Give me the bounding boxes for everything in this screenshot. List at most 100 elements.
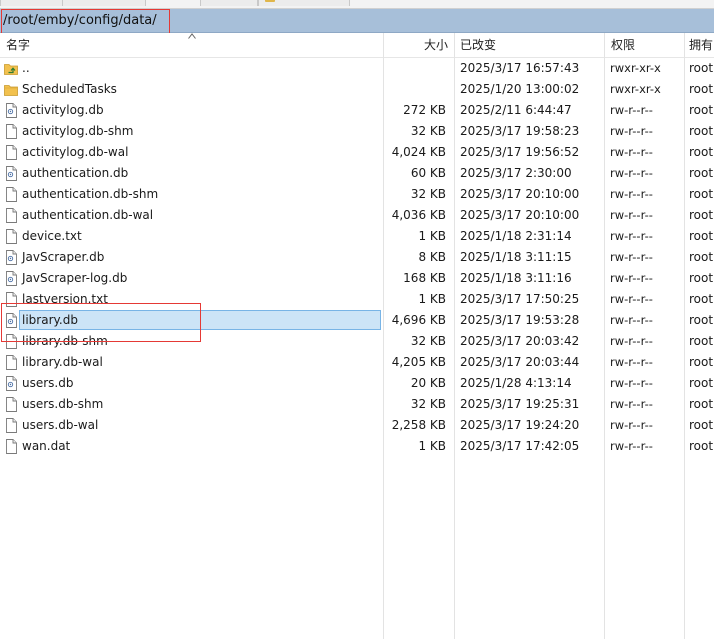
- file-row[interactable]: wan.dat 1 KB 2025/3/17 17:42:05 rw-r--r-- ro…: [0, 436, 714, 457]
- file-size: 8 KB: [418, 250, 446, 264]
- file-row[interactable]: library.db-shm 32 KB 2025/3/17 20:03:42 rw-…: [0, 331, 714, 352]
- file-name: authentication.db-wal: [22, 208, 154, 222]
- file-permissions: rw-r--r--: [610, 439, 653, 453]
- column-header-modified[interactable]: 已改变: [460, 33, 496, 57]
- file-row[interactable]: .. 2025/3/17 16:57:43 rwxr-xr-x root: [0, 58, 714, 79]
- file-modified: 2025/1/18 3:11:15: [460, 250, 572, 264]
- file-name: users.db-shm: [22, 397, 104, 411]
- file-permissions: rwxr-xr-x: [610, 82, 661, 96]
- file-row-selected[interactable]: library.db 4,696 KB 2025/3/17 19:53:28 rw-r…: [0, 310, 714, 331]
- file-modified: 2025/3/17 20:03:44: [460, 355, 580, 369]
- file-size: 272 KB: [403, 103, 446, 117]
- column-header-name[interactable]: 名字: [6, 33, 30, 57]
- file-icon: [4, 439, 18, 454]
- file-row[interactable]: users.db-wal 2,258 KB 2025/3/17 19:24:20 rw…: [0, 415, 714, 436]
- file-icon: [4, 418, 18, 433]
- file-row[interactable]: lastversion.txt 1 KB 2025/3/17 17:50:25 rw-…: [0, 289, 714, 310]
- file-name: wan.dat: [22, 439, 71, 453]
- tab-2[interactable]: [62, 0, 146, 6]
- tab-4[interactable]: [258, 0, 350, 6]
- file-permissions: rw-r--r--: [610, 145, 653, 159]
- file-row[interactable]: ScheduledTasks 2025/1/20 13:00:02 rwxr-xr-…: [0, 79, 714, 100]
- current-path[interactable]: /root/emby/config/data/: [3, 13, 157, 28]
- file-name: lastversion.txt: [22, 292, 108, 306]
- file-size: 32 KB: [410, 334, 446, 348]
- file-owner: root: [689, 103, 714, 117]
- file-name: activitylog.db-shm: [22, 124, 134, 138]
- file-owner: root: [689, 439, 714, 453]
- file-permissions: rw-r--r--: [610, 355, 653, 369]
- address-bar[interactable]: /root/emby/config/data/: [0, 9, 714, 33]
- file-size: 1 KB: [418, 229, 446, 243]
- file-size: 32 KB: [410, 124, 446, 138]
- file-modified: 2025/3/17 16:57:43: [460, 61, 580, 75]
- tab-3[interactable]: [200, 0, 258, 6]
- file-name: authentication.db-shm: [22, 187, 159, 201]
- file-row[interactable]: JavScraper-log.db 168 KB 2025/1/18 3:11:16…: [0, 268, 714, 289]
- file-icon: [4, 355, 18, 370]
- file-icon: [4, 187, 18, 202]
- file-permissions: rw-r--r--: [610, 271, 653, 285]
- file-owner: root: [689, 208, 714, 222]
- file-row[interactable]: device.txt 1 KB 2025/1/18 2:31:14 rw-r--r--…: [0, 226, 714, 247]
- file-name: users.db-wal: [22, 418, 99, 432]
- database-file-icon: [4, 103, 18, 118]
- file-modified: 2025/1/20 13:00:02: [460, 82, 580, 96]
- file-modified: 2025/3/17 19:25:31: [460, 397, 580, 411]
- file-owner: root: [689, 271, 714, 285]
- file-row[interactable]: users.db-shm 32 KB 2025/3/17 19:25:31 rw-r-…: [0, 394, 714, 415]
- file-permissions: rw-r--r--: [610, 397, 653, 411]
- file-row[interactable]: authentication.db 60 KB 2025/3/17 2:30:00 r…: [0, 163, 714, 184]
- file-name: library.db: [22, 313, 78, 327]
- file-permissions: rw-r--r--: [610, 334, 653, 348]
- file-name: JavScraper-log.db: [22, 271, 128, 285]
- file-modified: 2025/1/18 2:31:14: [460, 229, 572, 243]
- file-icon: [4, 292, 18, 307]
- file-modified: 2025/3/17 20:10:00: [460, 208, 580, 222]
- file-modified: 2025/3/17 2:30:00: [460, 166, 572, 180]
- file-owner: root: [689, 313, 714, 327]
- file-permissions: rw-r--r--: [610, 229, 653, 243]
- file-owner: root: [689, 229, 714, 243]
- file-permissions: rw-r--r--: [610, 418, 653, 432]
- file-row[interactable]: activitylog.db-wal 4,024 KB 2025/3/17 19:5…: [0, 142, 714, 163]
- tab-1[interactable]: [0, 0, 64, 6]
- file-owner: root: [689, 397, 714, 411]
- file-size: 168 KB: [403, 271, 446, 285]
- file-icon: [4, 229, 18, 244]
- database-file-icon: [4, 250, 18, 265]
- file-size: 4,036 KB: [391, 208, 446, 222]
- file-owner: root: [689, 145, 714, 159]
- column-header-size[interactable]: 大小: [384, 33, 448, 57]
- file-row[interactable]: authentication.db-wal 4,036 KB 2025/3/17 2…: [0, 205, 714, 226]
- tab-folder-icon: [265, 0, 275, 2]
- file-row[interactable]: activitylog.db-shm 32 KB 2025/3/17 19:58:2…: [0, 121, 714, 142]
- file-row[interactable]: users.db 20 KB 2025/1/28 4:13:14 rw-r--r-- r…: [0, 373, 714, 394]
- file-permissions: rw-r--r--: [610, 250, 653, 264]
- file-owner: root: [689, 292, 714, 306]
- file-size: 32 KB: [410, 397, 446, 411]
- file-size: 4,024 KB: [391, 145, 446, 159]
- file-permissions: rw-r--r--: [610, 376, 653, 390]
- file-icon: [4, 397, 18, 412]
- file-permissions: rwxr-xr-x: [610, 61, 661, 75]
- file-icon: [4, 145, 18, 160]
- file-row[interactable]: authentication.db-shm 32 KB 2025/3/17 20:1…: [0, 184, 714, 205]
- file-row[interactable]: activitylog.db 272 KB 2025/2/11 6:44:47 rw-…: [0, 100, 714, 121]
- file-row[interactable]: library.db-wal 4,205 KB 2025/3/17 20:03:44…: [0, 352, 714, 373]
- file-name: activitylog.db-wal: [22, 145, 129, 159]
- file-modified: 2025/1/18 3:11:16: [460, 271, 572, 285]
- file-manager-window: /root/emby/config/data/ 名字 大小 已改变 权限 拥有 …: [0, 0, 714, 639]
- file-modified: 2025/3/17 20:03:42: [460, 334, 580, 348]
- file-row[interactable]: JavScraper.db 8 KB 2025/1/18 3:11:15 rw-r--…: [0, 247, 714, 268]
- database-file-icon: [4, 313, 18, 328]
- parent-folder-icon: [4, 61, 18, 76]
- file-permissions: rw-r--r--: [610, 292, 653, 306]
- column-header-owner[interactable]: 拥有: [689, 33, 713, 57]
- column-header-permissions[interactable]: 权限: [611, 33, 635, 57]
- file-name: device.txt: [22, 229, 82, 243]
- file-name: ScheduledTasks: [22, 82, 117, 96]
- file-name: users.db: [22, 376, 74, 390]
- file-size: 1 KB: [418, 292, 446, 306]
- file-icon: [4, 124, 18, 139]
